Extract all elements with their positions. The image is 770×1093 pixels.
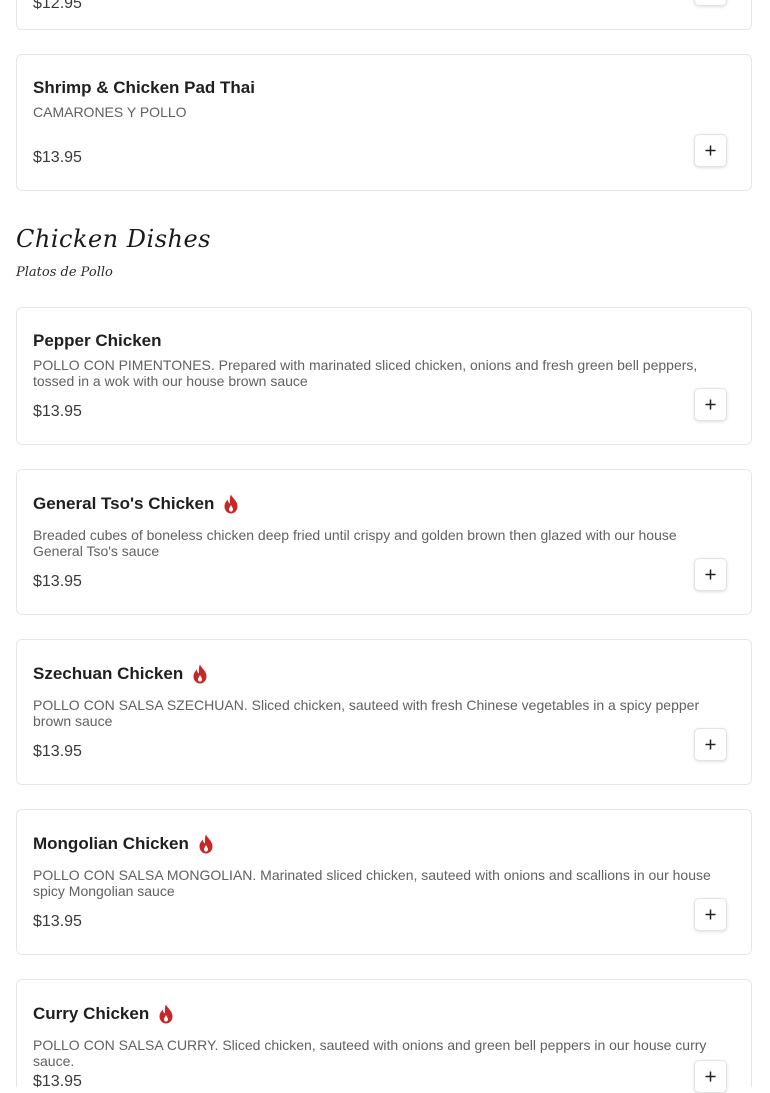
item-name-text: Shrimp & Chicken Pad Thai [33,78,255,97]
item-name-text: Mongolian Chicken [33,834,189,853]
item-name-text: Pepper Chicken [33,331,162,350]
flame-icon [224,494,238,514]
plus-icon [705,569,716,580]
item-name-text: General Tso's Chicken [33,494,215,513]
menu-item-card[interactable]: $12.95 [16,0,752,30]
item-price: $12.95 [33,0,82,12]
plus-icon [705,145,716,156]
plus-icon [705,1071,716,1082]
menu-item-card[interactable]: Mongolian Chicken POLLO CON SALSA MONGOL… [16,809,752,955]
add-to-cart-button[interactable] [694,1060,727,1093]
add-to-cart-button[interactable] [694,728,727,761]
menu-item-card[interactable]: Shrimp & Chicken Pad Thai CAMARONES Y PO… [16,54,752,191]
item-description: POLLO CON SALSA MONGOLIAN. Marinated sli… [33,867,711,899]
menu-item-card[interactable]: Szechuan Chicken POLLO CON SALSA SZECHUA… [16,639,752,785]
menu-item-card[interactable]: Curry Chicken POLLO CON SALSA CURRY. Sli… [16,979,752,1093]
flame-icon [193,664,207,684]
item-price: $13.95 [33,913,82,930]
item-price: $13.95 [33,1073,82,1090]
add-to-cart-button[interactable] [694,898,727,931]
item-name-text: Curry Chicken [33,1004,150,1023]
add-to-cart-button[interactable] [694,388,727,421]
section-subtitle: Platos de Pollo [16,265,113,280]
item-name: Mongolian Chicken [33,834,215,854]
item-name: Szechuan Chicken [33,664,209,684]
add-to-cart-button[interactable] [694,0,727,6]
item-name: Shrimp & Chicken Pad Thai [33,78,255,98]
item-description: POLLO CON SALSA CURRY. Sliced chicken, s… [33,1037,707,1069]
menu-item-card[interactable]: General Tso's Chicken Breaded cubes of b… [16,469,752,615]
plus-icon [705,909,716,920]
item-description: POLLO CON SALSA SZECHUAN. Sliced chicken… [33,697,700,729]
flame-icon [199,834,213,854]
item-name-text: Szechuan Chicken [33,664,184,683]
item-price: $13.95 [33,743,82,760]
item-name: Curry Chicken [33,1004,175,1024]
item-description: POLLO CON PIMENTONES. Prepared with mari… [33,357,698,389]
flame-icon [159,1004,173,1024]
add-to-cart-button[interactable] [694,558,727,591]
item-description: CAMARONES Y POLLO [33,104,187,120]
item-name: Pepper Chicken [33,331,162,351]
add-to-cart-button[interactable] [694,134,727,167]
plus-icon [705,739,716,750]
item-price: $13.95 [33,573,82,590]
plus-icon [705,399,716,410]
item-price: $13.95 [33,149,82,166]
menu-item-card[interactable]: Pepper Chicken POLLO CON PIMENTONES. Pre… [16,307,752,445]
item-description: Breaded cubes of boneless chicken deep f… [33,527,677,559]
item-name: General Tso's Chicken [33,494,240,514]
item-price: $13.95 [33,403,82,420]
section-title: Chicken Dishes [16,225,211,253]
